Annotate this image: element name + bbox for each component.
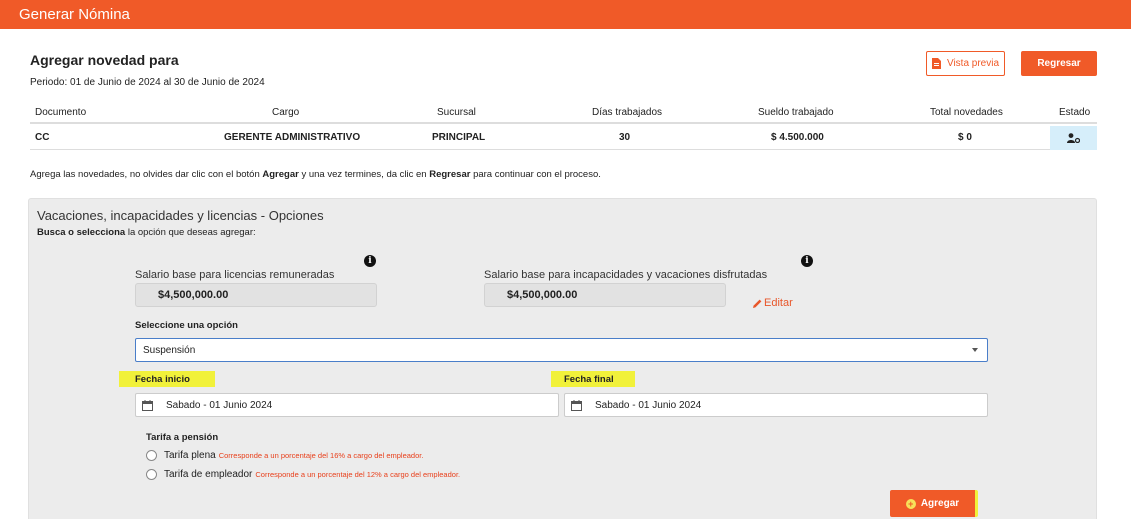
calendar-icon: [142, 400, 153, 411]
tarifa-empleador-label: Tarifa de empleador: [164, 468, 253, 480]
tarifa-plena-label: Tarifa plena: [164, 449, 216, 461]
table-row: CC GERENTE ADMINISTRATIVO PRINCIPAL 30 $…: [30, 125, 1097, 150]
cell-sueldo: $ 4.500.000: [771, 131, 824, 143]
cell-cargo: GERENTE ADMINISTRATIVO: [224, 131, 361, 143]
pdf-icon: [931, 58, 941, 69]
tarifa-plena-option[interactable]: Tarifa plena Corresponde a un porcentaje…: [146, 448, 423, 462]
info-icon[interactable]: i: [801, 255, 813, 267]
hint-part1: Agrega las novedades, no olvides dar cli…: [30, 169, 263, 180]
col-documento: Documento: [35, 107, 87, 118]
col-sueldo: Sueldo trabajado: [758, 107, 834, 118]
preview-label: Vista previa: [946, 58, 1000, 69]
fecha-inicio-input[interactable]: Sabado - 01 Junio 2024: [135, 393, 559, 417]
hint-part2: y una vez termines, da clic en: [298, 169, 430, 180]
cell-dias: 30: [619, 131, 631, 143]
cell-documento: CC: [35, 131, 50, 143]
add-button[interactable]: + Agregar: [890, 490, 978, 517]
select-value: Suspensión: [143, 344, 196, 356]
tarifa-empleador-note: Corresponde a un porcentaje del 12% a ca…: [255, 469, 461, 479]
col-cargo: Cargo: [272, 107, 300, 118]
fecha-final-value: Sabado - 01 Junio 2024: [595, 399, 702, 411]
table-header: Documento Cargo Sucursal Días trabajados…: [30, 103, 1097, 124]
fecha-inicio-label: Fecha inicio: [119, 371, 215, 387]
salary-incap-label: Salario base para incapacidades y vacaci…: [484, 269, 768, 281]
period-text: Periodo: 01 de Junio de 2024 al 30 de Ju…: [30, 77, 265, 88]
status-button[interactable]: [1050, 126, 1097, 150]
panel-subtitle: Busca o selecciona la opción que deseas …: [37, 227, 256, 238]
col-estado: Estado: [1059, 107, 1091, 118]
hint-bold-regresar: Regresar: [429, 169, 471, 180]
fecha-inicio-value: Sabado - 01 Junio 2024: [166, 399, 273, 411]
tarifa-plena-note: Corresponde a un porcentaje del 16% a ca…: [218, 450, 424, 460]
panel-subtitle-rest: la opción que deseas agregar:: [125, 227, 256, 238]
panel-subtitle-bold: Busca o selecciona: [37, 227, 126, 238]
info-icon[interactable]: i: [364, 255, 376, 267]
tarifa-empleador-option[interactable]: Tarifa de empleador Corresponde a un por…: [146, 467, 460, 481]
col-novedades: Total novedades: [930, 107, 1003, 118]
page-title: Agregar novedad para: [30, 52, 179, 68]
hint-bold-agregar: Agregar: [262, 169, 299, 180]
edit-link[interactable]: Editar: [753, 297, 793, 309]
select-label: Seleccione una opción: [135, 320, 238, 331]
tarifa-label: Tarifa a pensión: [146, 432, 219, 443]
edit-label: Editar: [764, 297, 793, 309]
salary-incap-field: $4,500,000.00: [484, 283, 726, 307]
back-button[interactable]: Regresar: [1021, 51, 1097, 76]
user-settings-icon: [1067, 133, 1080, 143]
fecha-final-label: Fecha final: [551, 371, 635, 387]
hint-part3: para continuar con el proceso.: [470, 169, 601, 180]
tarifa-empleador-radio[interactable]: [146, 468, 157, 480]
col-sucursal: Sucursal: [437, 107, 476, 118]
chevron-down-icon: [972, 348, 978, 352]
cell-novedades: $ 0: [958, 131, 972, 143]
salary-licencias-field: $4,500,000.00: [135, 283, 377, 307]
panel-title: Vacaciones, incapacidades y licencias - …: [37, 208, 324, 223]
cell-sucursal: PRINCIPAL: [432, 131, 486, 143]
plus-circle-icon: +: [905, 498, 916, 509]
preview-button[interactable]: Vista previa: [926, 51, 1005, 76]
fecha-final-input[interactable]: Sabado - 01 Junio 2024: [564, 393, 988, 417]
tarifa-plena-radio[interactable]: [146, 449, 157, 461]
option-select[interactable]: Suspensión: [135, 338, 988, 362]
add-label: Agregar: [920, 498, 960, 509]
col-dias: Días trabajados: [592, 107, 663, 118]
instruction-text: Agrega las novedades, no olvides dar cli…: [30, 169, 601, 180]
calendar-icon: [571, 400, 582, 411]
salary-licencias-label: Salario base para licencias remuneradas: [135, 269, 335, 281]
pencil-icon: [753, 299, 762, 308]
header-bar: Generar Nómina: [0, 0, 1131, 29]
header-title: Generar Nómina: [19, 6, 130, 23]
